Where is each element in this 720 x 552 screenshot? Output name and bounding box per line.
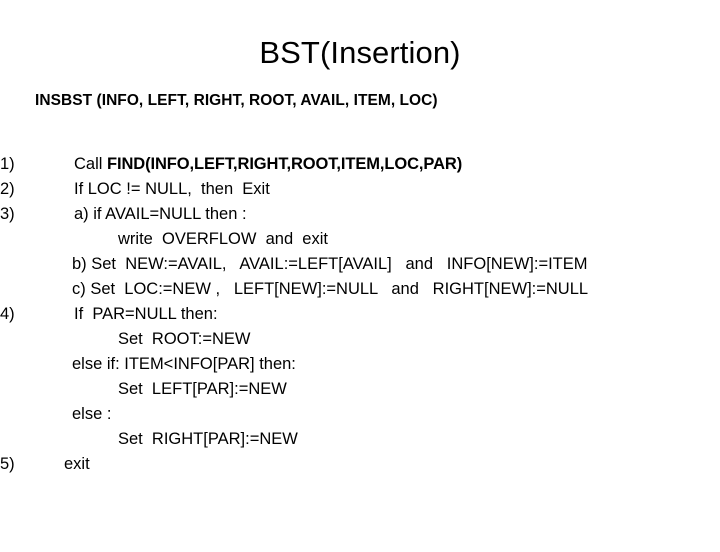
pseudocode-line-3b: b) Set NEW:=AVAIL, AVAIL:=LEFT[AVAIL] an… [0, 252, 720, 277]
pseudocode-line-3c: c) Set LOC:=NEW , LEFT[NEW]:=NULL and RI… [0, 277, 720, 302]
slide-canvas: BST(Insertion) INSBST (INFO, LEFT, RIGHT… [0, 0, 720, 540]
step-marker-4: 4) [0, 305, 15, 323]
pseudocode-line-3a-body: write OVERFLOW and exit [0, 227, 720, 252]
step-text-2: If LOC != NULL, then Exit [74, 180, 270, 198]
pseudocode-line-4-set-left: Set LEFT[PAR]:=NEW [0, 377, 720, 402]
step-text-1-plain: Call [74, 155, 108, 173]
step-text-5: exit [64, 455, 90, 473]
step-marker-3: 3) [0, 205, 15, 223]
pseudocode-line-4-set-root: Set ROOT:=NEW [0, 327, 720, 352]
pseudocode-line-4: 4) If PAR=NULL then: [0, 302, 720, 327]
step-text-1-bold: FIND(INFO,LEFT,RIGHT,ROOT,ITEM,LOC,PAR) [107, 155, 463, 173]
step-text-4-elseif: else if: ITEM<INFO[PAR] then: [72, 355, 296, 373]
pseudocode-block: 1) Call FIND(INFO,LEFT,RIGHT,ROOT,ITEM,L… [0, 152, 720, 477]
pseudocode-line-3: 3) a) if AVAIL=NULL then : [0, 202, 720, 227]
step-text-4-set-left: Set LEFT[PAR]:=NEW [118, 380, 287, 398]
pseudocode-line-4-elseif: else if: ITEM<INFO[PAR] then: [0, 352, 720, 377]
procedure-signature: INSBST (INFO, LEFT, RIGHT, ROOT, AVAIL, … [35, 92, 438, 109]
pseudocode-line-2: 2) If LOC != NULL, then Exit [0, 177, 720, 202]
step-text-4-set-right: Set RIGHT[PAR]:=NEW [118, 430, 298, 448]
step-text-4-set-root: Set ROOT:=NEW [118, 330, 251, 348]
step-text-1: Call FIND(INFO,LEFT,RIGHT,ROOT,ITEM,LOC,… [74, 152, 462, 177]
step-text-3c: c) Set LOC:=NEW , LEFT[NEW]:=NULL and RI… [72, 280, 589, 298]
pseudocode-line-5: 5) exit [0, 452, 720, 477]
step-marker-1: 1) [0, 155, 15, 173]
step-text-3a-body: write OVERFLOW and exit [118, 230, 328, 248]
step-marker-5: 5) [0, 455, 15, 473]
pseudocode-line-4-set-right: Set RIGHT[PAR]:=NEW [0, 427, 720, 452]
step-text-3: a) if AVAIL=NULL then : [74, 205, 247, 223]
page-title: BST(Insertion) [259, 35, 461, 70]
step-text-4-else: else : [72, 405, 112, 423]
pseudocode-line-4-else: else : [0, 402, 720, 427]
step-text-3b: b) Set NEW:=AVAIL, AVAIL:=LEFT[AVAIL] an… [72, 255, 588, 273]
pseudocode-line-1: 1) Call FIND(INFO,LEFT,RIGHT,ROOT,ITEM,L… [0, 152, 720, 177]
step-marker-2: 2) [0, 180, 15, 198]
step-text-4: If PAR=NULL then: [74, 305, 218, 323]
